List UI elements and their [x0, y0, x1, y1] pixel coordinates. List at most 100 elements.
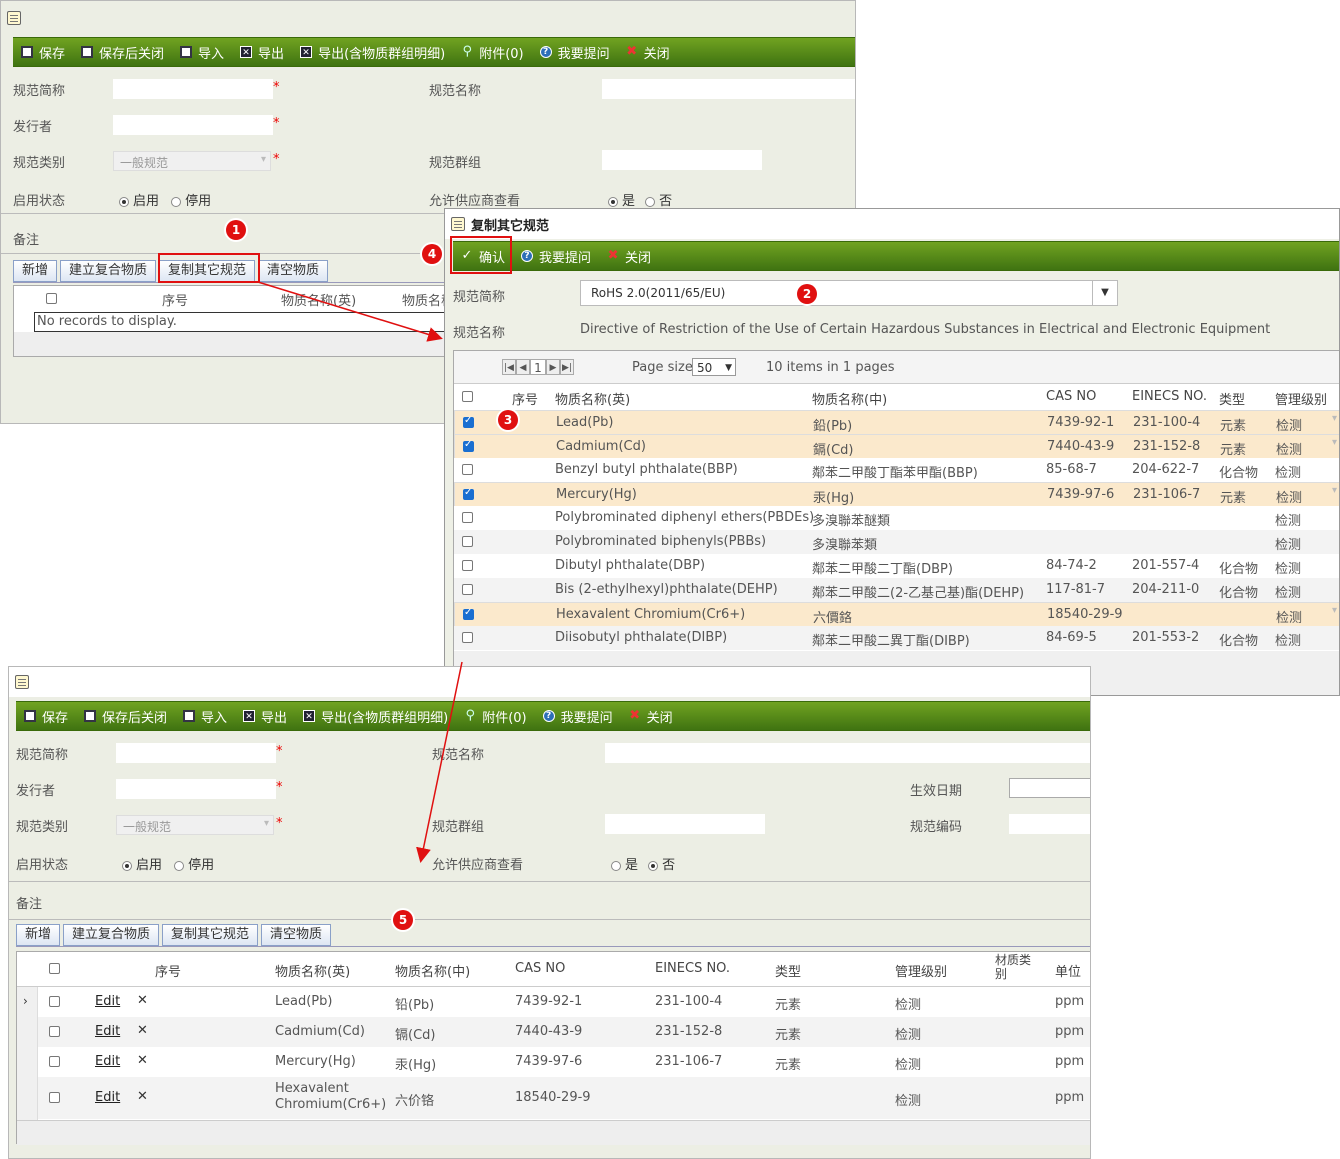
status-enabled-radio[interactable] — [122, 860, 132, 871]
required-mark: * — [276, 744, 283, 759]
row-checkbox[interactable] — [463, 487, 474, 500]
close-button[interactable]: ✖ 关闭 — [626, 43, 669, 62]
row-checkbox[interactable] — [49, 1056, 60, 1067]
row-checkbox[interactable] — [463, 439, 474, 452]
row-checkbox[interactable] — [462, 464, 473, 475]
cell-level: 检测 — [1275, 562, 1302, 577]
name-input[interactable] — [605, 743, 1090, 763]
prev-page-icon[interactable]: ◀ — [516, 359, 530, 375]
current-page[interactable]: 1 — [530, 359, 546, 375]
cell-en: Cadmium(Cd) — [275, 1024, 365, 1039]
row-checkbox[interactable] — [462, 632, 473, 643]
status-enabled-radio[interactable] — [119, 196, 129, 207]
save-close-button[interactable]: 保存后关闭 — [84, 707, 167, 726]
table-row[interactable]: Edit ✕ Cadmium(Cd) 镉(Cd) 7440-43-9 231-152-8 元… — [37, 1017, 1090, 1047]
cell-type: 元素 — [775, 998, 802, 1013]
edit-link[interactable]: Edit — [95, 1024, 120, 1039]
row-checkbox[interactable] — [462, 560, 473, 571]
select-all-checkbox[interactable] — [46, 293, 57, 304]
code-input[interactable] — [1009, 814, 1090, 834]
edit-link[interactable]: Edit — [95, 1054, 120, 1069]
row-checkbox[interactable] — [49, 1092, 60, 1103]
dialog-close-button[interactable]: ✖ 关闭 — [607, 247, 651, 266]
dialog-row[interactable]: Benzyl butyl phthalate(BBP) 鄰苯二甲酸丁酯苯甲酯(BB… — [454, 458, 1339, 482]
table-row[interactable]: Edit ✕ Hexavalent Chromium(Cr6+) 六价铬 18540-2… — [37, 1077, 1090, 1119]
dialog-row[interactable]: Mercury(Hg) 汞(Hg) 7439-97-6 231-106-7 元素 检测 — [454, 482, 1339, 508]
help-button[interactable]: ? 我要提问 — [542, 707, 613, 726]
add-button[interactable]: 新增 — [13, 260, 58, 282]
dialog-row[interactable]: Cadmium(Cd) 鎘(Cd) 7440-43-9 231-152-8 元素 检测 — [454, 434, 1339, 460]
dialog-select-all-checkbox[interactable] — [462, 391, 473, 402]
row-checkbox[interactable] — [462, 512, 473, 523]
help-button[interactable]: ? 我要提问 — [539, 43, 610, 62]
required-mark: * — [276, 816, 283, 831]
spec-select[interactable]: RoHS 2.0(2011/65/EU) ▼ — [580, 280, 1118, 306]
next-page-icon[interactable]: ▶ — [546, 359, 560, 375]
last-page-icon[interactable]: ▶| — [560, 359, 574, 375]
name-input[interactable] — [602, 79, 855, 99]
delete-icon[interactable]: ✕ — [137, 993, 148, 1008]
attachments-button[interactable]: ⚲ 附件(0) — [464, 707, 526, 726]
status-radio-group: 启用 停用 — [119, 190, 211, 209]
export-groups-button[interactable]: ✕ 导出(含物质群组明细) — [300, 43, 445, 62]
supplier-no-radio[interactable] — [648, 860, 659, 871]
supplier-yes-radio[interactable] — [608, 196, 618, 207]
category-select[interactable]: 一般规范 — [116, 815, 274, 835]
dialog-row[interactable]: Hexavalent Chromium(Cr6+) 六價鉻 18540-29-9 检测 — [454, 602, 1339, 628]
import-button[interactable]: 导入 — [183, 707, 227, 726]
dialog-row[interactable]: Dibutyl phthalate(DBP) 鄰苯二甲酸二丁酯(DBP) 84-74… — [454, 554, 1339, 578]
save-close-button[interactable]: 保存后关闭 — [81, 43, 164, 62]
copy-other-spec-button[interactable]: 复制其它规范 — [162, 924, 259, 946]
short-name-input[interactable] — [113, 79, 273, 99]
chevron-down-icon[interactable]: ▼ — [1092, 281, 1117, 305]
status-disabled-radio[interactable] — [174, 860, 185, 871]
edit-link[interactable]: Edit — [95, 994, 120, 1009]
add-button[interactable]: 新增 — [16, 924, 61, 946]
cell-level: 检测 — [895, 1058, 922, 1073]
build-composite-button[interactable]: 建立复合物质 — [60, 260, 157, 282]
save-button[interactable]: 保存 — [21, 43, 65, 62]
delete-icon[interactable]: ✕ — [137, 1023, 148, 1038]
row-checkbox[interactable] — [49, 1026, 60, 1037]
clear-substances-button[interactable]: 清空物质 — [258, 260, 329, 282]
group-input[interactable] — [602, 150, 762, 170]
status-disabled-radio[interactable] — [171, 196, 182, 207]
dialog-row[interactable]: Bis (2-ethylhexyl)phthalate(DEHP) 鄰苯二甲酸二(… — [454, 578, 1339, 602]
row-checkbox[interactable] — [49, 996, 60, 1007]
row-checkbox[interactable] — [462, 584, 473, 595]
category-select[interactable]: 一般规范 — [113, 151, 271, 171]
dialog-row[interactable]: Polybrominated biphenyls(PBBs) 多溴聯苯類 检测 — [454, 530, 1339, 554]
export-button[interactable]: ✕ 导出 — [243, 707, 287, 726]
publisher-input[interactable] — [116, 779, 276, 799]
save-button[interactable]: 保存 — [24, 707, 68, 726]
bottom-select-all-checkbox[interactable] — [49, 963, 60, 974]
effective-date-input[interactable] — [1009, 778, 1090, 798]
import-button[interactable]: 导入 — [180, 43, 224, 62]
group-input[interactable] — [605, 814, 765, 834]
dialog-row[interactable]: Lead(Pb) 鉛(Pb) 7439-92-1 231-100-4 元素 检测 — [454, 410, 1339, 436]
table-row[interactable]: Edit ✕ Lead(Pb) 铅(Pb) 7439-92-1 231-100-4 元素 检测… — [37, 987, 1090, 1017]
publisher-input[interactable] — [113, 115, 273, 135]
supplier-yes-radio[interactable] — [611, 860, 621, 871]
supplier-no-radio[interactable] — [645, 196, 656, 207]
dialog-row[interactable]: Polybrominated diphenyl ethers(PBDEs) 多溴聯… — [454, 506, 1339, 530]
dialog-help-button[interactable]: ? 我要提问 — [521, 247, 591, 266]
export-groups-button[interactable]: ✕ 导出(含物质群组明细) — [303, 707, 448, 726]
first-page-icon[interactable]: |◀ — [502, 359, 516, 375]
row-checkbox[interactable] — [463, 607, 474, 620]
dialog-row[interactable]: Diisobutyl phthalate(DIBP) 鄰苯二甲酸二異丁酯(DIBP… — [454, 626, 1339, 650]
page-size-select[interactable]: 50 ▼ — [692, 358, 736, 376]
row-checkbox[interactable] — [462, 536, 473, 547]
row-checkbox[interactable] — [463, 415, 474, 428]
edit-link[interactable]: Edit — [95, 1090, 120, 1105]
delete-icon[interactable]: ✕ — [137, 1053, 148, 1068]
close-button[interactable]: ✖ 关闭 — [629, 707, 672, 726]
build-composite-button[interactable]: 建立复合物质 — [63, 924, 160, 946]
highlight-confirm-button — [450, 236, 512, 274]
table-row[interactable]: Edit ✕ Mercury(Hg) 汞(Hg) 7439-97-6 231-106-7 元… — [37, 1047, 1090, 1077]
clear-substances-button[interactable]: 清空物质 — [261, 924, 332, 946]
attachments-button[interactable]: ⚲ 附件(0) — [461, 43, 523, 62]
short-name-input[interactable] — [116, 743, 276, 763]
export-button[interactable]: ✕ 导出 — [240, 43, 284, 62]
delete-icon[interactable]: ✕ — [137, 1089, 148, 1104]
